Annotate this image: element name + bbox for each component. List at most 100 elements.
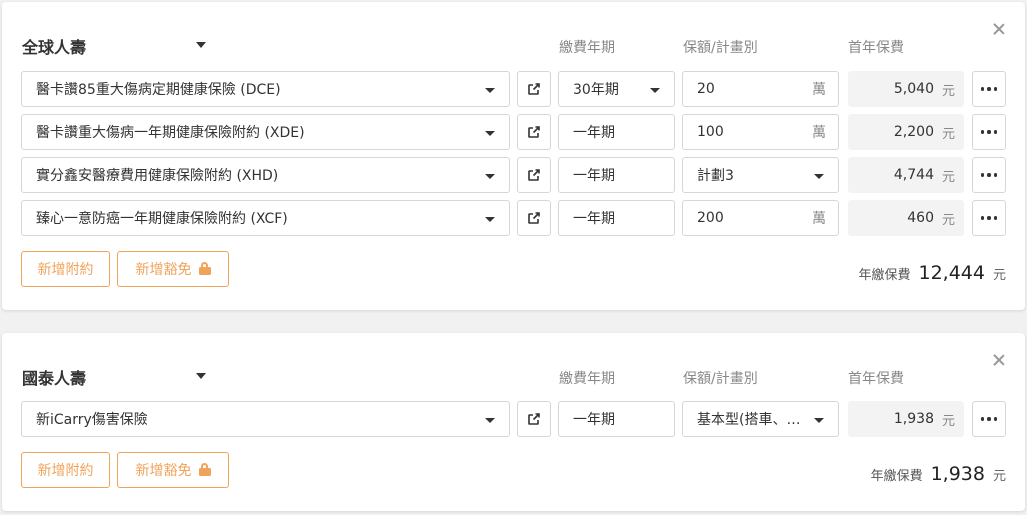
period-header: 繳費年期	[559, 40, 615, 56]
annual-premium-total: 年繳保費 12,444 元	[858, 262, 1006, 284]
more-button[interactable]	[972, 200, 1006, 236]
plan-row: 新iCarry傷害保險 一年期 基本型(搭車、… 1,938 元	[2, 401, 1025, 437]
add-rider-button[interactable]: 新增附約	[21, 251, 110, 287]
add-waiver-label: 新增豁免	[135, 262, 192, 278]
plan-name: 新iCarry傷害保險	[36, 412, 148, 428]
chevron-down-icon	[485, 88, 495, 93]
chevron-down-icon	[196, 42, 206, 48]
external-link-icon	[528, 126, 540, 138]
amount-unit: 萬	[812, 82, 826, 98]
plan-name: 醫卡讚重大傷病一年期健康保險附約 (XDE)	[36, 125, 305, 141]
add-rider-button[interactable]: 新增附約	[21, 452, 110, 488]
period-field: 一年期	[558, 157, 675, 193]
chevron-down-icon	[485, 174, 495, 179]
company-select[interactable]: 全球人壽	[22, 34, 212, 57]
amount-value: 20	[697, 81, 715, 97]
plan-level-select[interactable]: 基本型(搭車、…	[682, 401, 839, 437]
lock-icon	[198, 262, 211, 275]
premium-display: 5,040 元	[848, 71, 964, 107]
company-select[interactable]: 國泰人壽	[22, 365, 212, 388]
period-value: 一年期	[573, 412, 615, 428]
premium-value: 460	[907, 210, 934, 226]
annual-premium-label: 年繳保費	[858, 268, 911, 283]
premium-display: 4,744 元	[848, 157, 964, 193]
chevron-down-icon	[650, 88, 660, 93]
premium-display: 460 元	[848, 200, 964, 236]
premium-display: 1,938 元	[848, 401, 964, 437]
plan-select[interactable]: 醫卡讚重大傷病一年期健康保險附約 (XDE)	[21, 114, 510, 150]
period-value: 一年期	[573, 168, 615, 184]
open-plan-button[interactable]	[517, 401, 551, 437]
period-header: 繳費年期	[559, 371, 615, 387]
plan-name: 醫卡讚85重大傷病定期健康保險 (DCE)	[36, 82, 281, 98]
currency-unit: 元	[941, 83, 955, 99]
premium-value: 4,744	[893, 167, 934, 183]
amount-header: 保額/計畫別	[683, 371, 758, 387]
close-icon[interactable]	[992, 22, 1006, 36]
amount-input[interactable]: 20 萬	[682, 71, 839, 107]
plan-select[interactable]: 醫卡讚85重大傷病定期健康保險 (DCE)	[21, 71, 510, 107]
premium-value: 2,200	[893, 124, 934, 140]
premium-value: 5,040	[893, 81, 934, 97]
annual-premium-value: 1,938	[930, 463, 985, 485]
amount-input[interactable]: 100 萬	[682, 114, 839, 150]
plan-select[interactable]: 實分鑫安醫療費用健康保險附約 (XHD)	[21, 157, 510, 193]
amount-unit: 萬	[812, 125, 826, 141]
amount-value: 200	[697, 210, 724, 226]
more-horizontal-icon	[980, 130, 998, 134]
currency-unit: 元	[992, 268, 1006, 283]
annual-premium-total: 年繳保費 1,938 元	[871, 463, 1006, 485]
annual-premium-label: 年繳保費	[870, 469, 923, 484]
amount-unit: 萬	[812, 211, 826, 227]
more-button[interactable]	[972, 157, 1006, 193]
premium-header: 首年保費	[848, 371, 904, 387]
open-plan-button[interactable]	[517, 71, 551, 107]
more-horizontal-icon	[980, 87, 998, 91]
external-link-icon	[528, 169, 540, 181]
currency-unit: 元	[992, 469, 1006, 484]
currency-unit: 元	[941, 169, 955, 185]
plan-level-select[interactable]: 計劃3	[682, 157, 839, 193]
amount-value: 100	[697, 124, 724, 140]
premium-value: 1,938	[893, 411, 934, 427]
more-button[interactable]	[972, 71, 1006, 107]
add-waiver-label: 新增豁免	[135, 463, 192, 479]
chevron-down-icon	[196, 373, 206, 379]
period-select[interactable]: 30年期	[558, 71, 675, 107]
plan-row: 醫卡讚85重大傷病定期健康保險 (DCE) 30年期 20 萬 5,040 元	[2, 71, 1025, 107]
external-link-icon	[528, 83, 540, 95]
open-plan-button[interactable]	[517, 157, 551, 193]
policy-card: 全球人壽 繳費年期 保額/計畫別 首年保費 醫卡讚85重大傷病定期健康保險 (D…	[2, 2, 1025, 310]
currency-unit: 元	[941, 126, 955, 142]
more-horizontal-icon	[980, 417, 998, 421]
open-plan-button[interactable]	[517, 200, 551, 236]
close-icon[interactable]	[992, 353, 1006, 367]
plan-level-value: 基本型(搭車、…	[697, 412, 801, 428]
add-waiver-button[interactable]: 新增豁免	[117, 251, 229, 287]
more-button[interactable]	[972, 114, 1006, 150]
open-plan-button[interactable]	[517, 114, 551, 150]
period-value: 一年期	[573, 211, 615, 227]
plan-level-value: 計劃3	[697, 168, 734, 184]
period-field: 一年期	[558, 200, 675, 236]
company-name: 全球人壽	[22, 38, 87, 57]
amount-input[interactable]: 200 萬	[682, 200, 839, 236]
add-waiver-button[interactable]: 新增豁免	[117, 452, 229, 488]
plan-name: 臻心一意防癌一年期健康保險附約 (XCF)	[36, 211, 288, 227]
lock-icon	[198, 463, 211, 476]
plan-select[interactable]: 臻心一意防癌一年期健康保險附約 (XCF)	[21, 200, 510, 236]
plan-row: 醫卡讚重大傷病一年期健康保險附約 (XDE) 一年期 100 萬 2,200 元	[2, 114, 1025, 150]
currency-unit: 元	[941, 212, 955, 228]
currency-unit: 元	[941, 413, 955, 429]
chevron-down-icon	[485, 418, 495, 423]
external-link-icon	[528, 413, 540, 425]
more-button[interactable]	[972, 401, 1006, 437]
amount-header: 保額/計畫別	[683, 40, 758, 56]
period-value: 30年期	[573, 82, 619, 98]
chevron-down-icon	[814, 174, 824, 179]
policy-card: 國泰人壽 繳費年期 保額/計畫別 首年保費 新iCarry傷害保險 一年期 基本…	[2, 333, 1025, 511]
plan-select[interactable]: 新iCarry傷害保險	[21, 401, 510, 437]
more-horizontal-icon	[980, 173, 998, 177]
premium-header: 首年保費	[848, 40, 904, 56]
more-horizontal-icon	[980, 216, 998, 220]
